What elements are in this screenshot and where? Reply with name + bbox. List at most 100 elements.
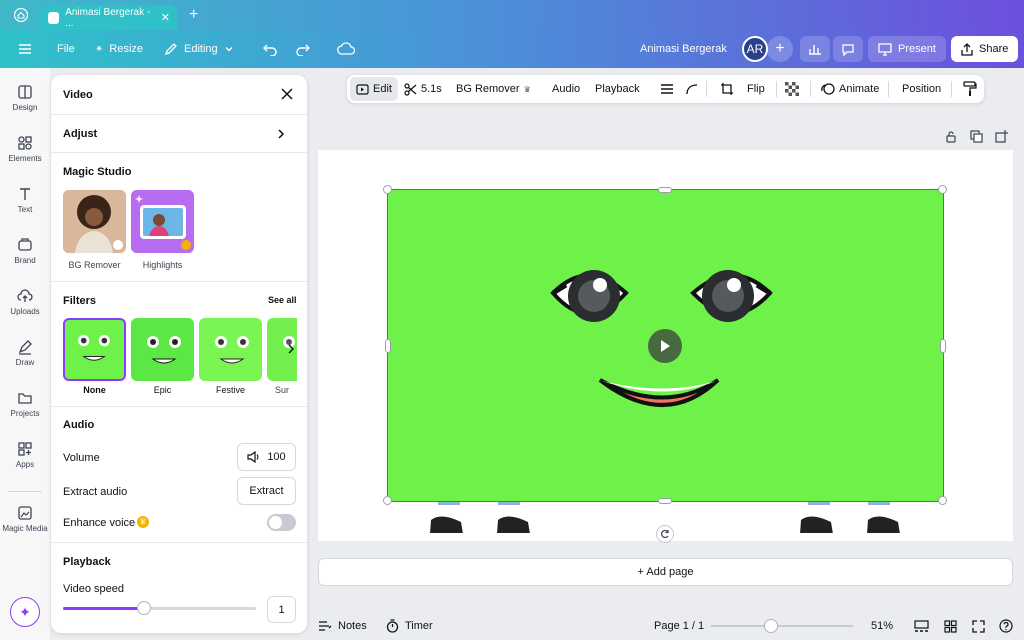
tab-title: Animasi Bergerak - ... (65, 6, 151, 29)
resize-handle-top[interactable] (658, 187, 672, 193)
flip-button[interactable]: Flip (747, 75, 765, 103)
speed-slider-thumb[interactable] (137, 601, 152, 615)
filter-festive[interactable] (199, 318, 262, 381)
trim-duration-button[interactable]: 5.1s (404, 75, 442, 103)
plus-icon: + (767, 36, 793, 62)
scissors-icon (404, 82, 417, 96)
timer-button[interactable]: Timer (386, 612, 433, 640)
redo-button[interactable] (295, 30, 311, 68)
rail-item-elements[interactable]: Elements (0, 135, 50, 163)
grid-view-icon[interactable] (944, 612, 957, 640)
edit-label: Edit (373, 83, 392, 95)
rail-item-magic-media[interactable]: Magic Media (0, 505, 50, 533)
playback-label: Playback (595, 83, 640, 95)
play-button[interactable] (648, 329, 682, 363)
undo-button[interactable] (262, 30, 278, 68)
resize-handle-left[interactable] (385, 339, 391, 353)
rail-item-draw[interactable]: Draw (0, 339, 50, 367)
resize-handle-top-right[interactable] (938, 185, 947, 194)
rail-item-uploads[interactable]: Uploads (0, 288, 50, 316)
edit-button[interactable]: Edit (350, 77, 398, 101)
close-tab-icon[interactable]: ✕ (161, 11, 170, 24)
project-title[interactable]: Animasi Bergerak (640, 30, 727, 68)
border-style-icon[interactable] (660, 75, 674, 103)
rail-item-projects[interactable]: Projects (0, 390, 50, 418)
rail-label: Apps (15, 460, 35, 469)
resize-handle-bottom-left[interactable] (383, 496, 392, 505)
editing-mode-button[interactable]: Editing (164, 30, 234, 68)
volume-control[interactable]: 100 (237, 443, 296, 471)
rail-item-text[interactable]: Text (0, 186, 50, 214)
extract-button[interactable]: Extract (237, 477, 296, 505)
pages-view-icon[interactable] (914, 612, 929, 640)
speed-value[interactable]: 1 (267, 596, 296, 623)
add-collaborator-button[interactable]: + (767, 30, 793, 68)
add-page-button[interactable]: + Add page (318, 558, 1013, 586)
chevron-right-icon[interactable] (287, 344, 295, 354)
present-button[interactable]: Present (868, 30, 946, 68)
new-tab-button[interactable]: + (189, 6, 198, 24)
filter-label: Sur (274, 385, 289, 395)
notes-button[interactable]: Notes (318, 612, 367, 640)
bg-remover-button[interactable]: BG Remover ♛ (456, 75, 531, 103)
duplicate-page-icon[interactable] (970, 130, 983, 143)
transparency-icon[interactable] (785, 75, 799, 103)
avatar[interactable]: AR (742, 36, 768, 62)
magic-assistant-button[interactable]: ✦ (10, 597, 40, 627)
chevron-down-icon (225, 47, 233, 52)
share-button[interactable]: Share (951, 30, 1019, 68)
menu-icon[interactable] (18, 30, 32, 68)
elements-icon (18, 136, 32, 150)
animate-icon (821, 83, 835, 95)
audio-button[interactable]: Audio (552, 75, 580, 103)
selected-video-element[interactable] (387, 189, 944, 502)
position-button[interactable]: Position (902, 75, 941, 103)
highlights-thumbnail[interactable] (131, 190, 194, 253)
playback-button[interactable]: Playback (595, 75, 640, 103)
fullscreen-icon[interactable] (972, 612, 985, 640)
filter-epic[interactable] (131, 318, 194, 381)
filter-none[interactable] (63, 318, 126, 381)
rail-divider (8, 491, 42, 492)
avatar-group[interactable]: AR (742, 30, 768, 68)
resize-button[interactable]: ✴ Resize (95, 30, 143, 68)
comments-button[interactable] (833, 30, 863, 68)
browser-tab[interactable]: Animasi Bergerak - ... ✕ (40, 5, 178, 30)
resize-handle-bottom-right[interactable] (938, 496, 947, 505)
thumbnail-caption: BG Remover (68, 260, 121, 270)
rail-item-apps[interactable]: Apps (0, 441, 50, 469)
close-icon[interactable] (280, 87, 294, 101)
rail-item-brand[interactable]: Brand (0, 237, 50, 265)
corner-rounding-icon[interactable] (685, 75, 699, 103)
home-icon[interactable] (14, 8, 28, 22)
animate-button[interactable]: Animate (821, 75, 879, 103)
audio-label: Audio (552, 83, 581, 95)
cloud-save-icon[interactable] (337, 30, 355, 68)
volume-value: 100 (267, 451, 286, 463)
bg-remover-thumbnail[interactable] (63, 190, 126, 253)
page-indicator[interactable]: Page 1 / 1 (654, 612, 704, 640)
zoom-level[interactable]: 51% (871, 612, 893, 640)
enhance-voice-toggle[interactable] (267, 514, 296, 531)
lock-icon[interactable] (945, 130, 957, 143)
resize-handle-right[interactable] (940, 339, 946, 353)
paint-roller-icon[interactable] (963, 75, 977, 103)
insights-button[interactable] (800, 30, 830, 68)
speaker-icon (247, 451, 259, 463)
rail-label: Text (17, 205, 33, 214)
zoom-slider-thumb[interactable] (763, 619, 778, 633)
file-menu-button[interactable]: File (57, 30, 75, 68)
crop-icon[interactable] (720, 75, 734, 103)
rotate-handle[interactable] (656, 525, 674, 543)
zoom-slider-track[interactable] (711, 619, 853, 633)
rail-item-design[interactable]: Design (0, 84, 50, 112)
add-page-icon[interactable] (995, 130, 1008, 143)
resize-handle-bottom[interactable] (658, 498, 672, 504)
speed-slider-track[interactable] (63, 601, 256, 615)
adjust-row[interactable]: Adjust (51, 115, 307, 153)
position-label: Position (902, 83, 942, 95)
resize-handle-top-left[interactable] (383, 185, 392, 194)
see-all-link[interactable]: See all (268, 295, 297, 305)
help-icon[interactable] (999, 612, 1013, 640)
notes-label: Notes (338, 620, 367, 632)
